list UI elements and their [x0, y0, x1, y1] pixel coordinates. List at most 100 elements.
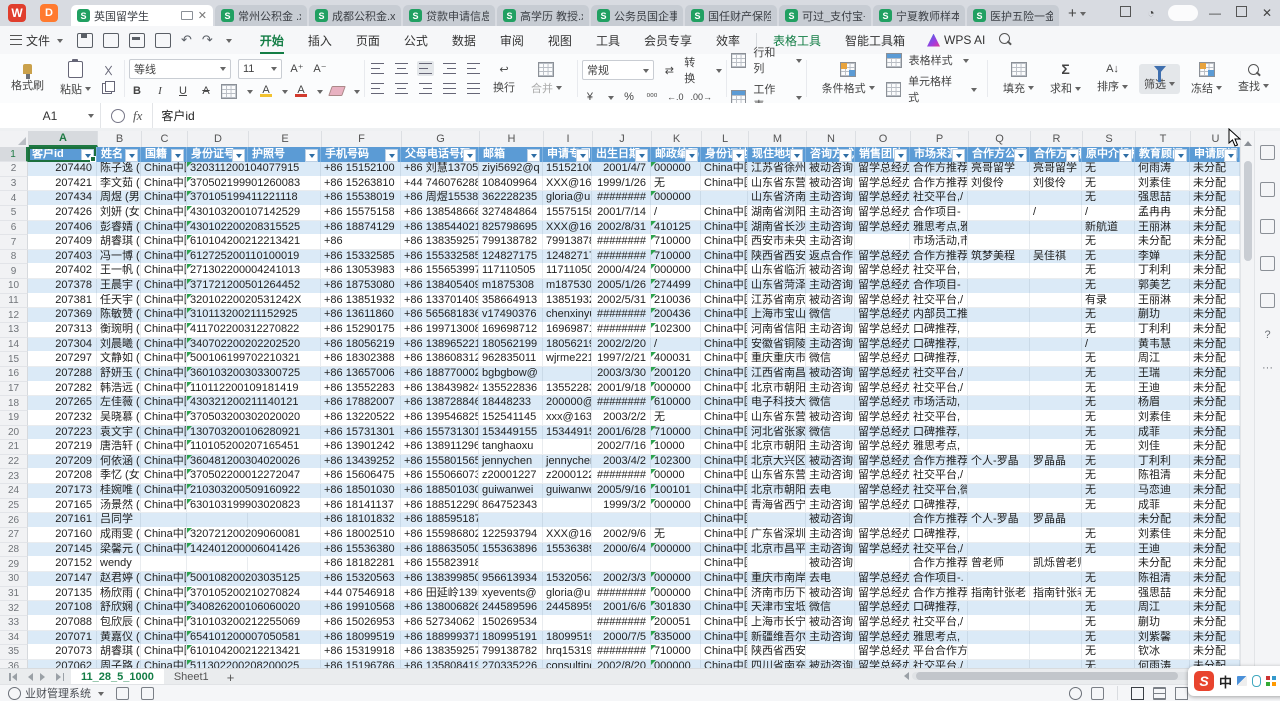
cell-B20[interactable]: 袁文宇 (女 — [97, 426, 141, 441]
cell-G21[interactable]: +86 13891129694 — [401, 440, 479, 455]
cell-B2[interactable]: 陈子逸 (男 — [97, 162, 141, 177]
cell-C4[interactable]: China中国 — [141, 191, 187, 206]
cell-T3[interactable]: 刘素佳 — [1135, 177, 1190, 192]
cell-A25[interactable]: 207165 — [28, 499, 97, 514]
cell-T32[interactable]: 周江 — [1135, 601, 1190, 616]
cell-G7[interactable]: +86 13835925706 — [401, 235, 479, 250]
help-icon[interactable]: ? — [1264, 330, 1270, 341]
cell-I9[interactable]: 117110505 — [543, 264, 592, 279]
cell-R35[interactable] — [1030, 645, 1082, 660]
cell-S16[interactable]: 无 — [1082, 367, 1135, 382]
cell-O17[interactable]: 留学总经办 — [855, 382, 910, 397]
row-header-24[interactable]: 24 — [0, 484, 28, 499]
cell-C3[interactable]: China中国 — [141, 177, 187, 192]
bold-icon[interactable]: B — [129, 85, 145, 97]
cell-I11[interactable]: 138519326 — [543, 294, 592, 309]
column-header-H[interactable]: H — [480, 131, 544, 147]
cell-K2[interactable]: 000000 — [651, 162, 701, 177]
cell-Q36[interactable] — [968, 660, 1030, 668]
cell-A26[interactable]: 207161 — [28, 513, 97, 528]
menu-item-2[interactable]: 页面 — [344, 26, 392, 54]
cell-C12[interactable]: China中国 — [141, 308, 187, 323]
horizontal-scrollbar-thumb[interactable] — [916, 672, 1178, 680]
cell-H15[interactable]: 962835011 — [479, 352, 543, 367]
cell-G9[interactable]: +86 15565399710 — [401, 264, 479, 279]
cell-H3[interactable]: 108409964 — [479, 177, 543, 192]
cell-L7[interactable]: China中国 — [701, 235, 748, 250]
cell-M30[interactable]: 重庆市南岸 — [748, 572, 806, 587]
cell-G11[interactable]: +86 13370140948 — [401, 294, 479, 309]
row-header-20[interactable]: 20 — [0, 426, 28, 441]
fill-button[interactable]: 填充 — [998, 60, 1039, 98]
row-header-27[interactable]: 27 — [0, 528, 28, 543]
cell-O6[interactable]: 留学总经办 — [855, 221, 910, 236]
file-tab-9[interactable]: S医护五险一金.xlsx — [967, 5, 1059, 26]
cell-L8[interactable]: China中国 — [701, 250, 748, 265]
cell-T6[interactable]: 王丽淋 — [1135, 221, 1190, 236]
cut-icon[interactable] — [102, 65, 114, 77]
cell-L31[interactable]: China中国 — [701, 587, 748, 602]
cell-T26[interactable]: 未分配 — [1135, 513, 1190, 528]
cell-U2[interactable]: 未分配 — [1190, 162, 1240, 177]
cell-T33[interactable]: 蒯玏 — [1135, 616, 1190, 631]
tab-close-icon[interactable]: ✕ — [198, 9, 207, 22]
cell-G26[interactable]: +86 18859518772 — [401, 513, 479, 528]
cell-P25[interactable]: 口碑推荐, — [910, 499, 968, 514]
file-tab-8[interactable]: S宁夏教师样本.xlsx — [873, 5, 965, 26]
cell-N22[interactable]: 被动咨询 — [806, 455, 855, 470]
cell-O15[interactable]: 留学总经办 — [855, 352, 910, 367]
cell-O21[interactable]: 留学总经办 — [855, 440, 910, 455]
cell-M7[interactable]: 西安市未央 — [748, 235, 806, 250]
cell-L25[interactable]: China中国 — [701, 499, 748, 514]
cell-O9[interactable]: 留学总经办 — [855, 264, 910, 279]
cell-Q35[interactable] — [968, 645, 1030, 660]
cell-C34[interactable]: China中国 — [141, 631, 187, 646]
cell-M20[interactable]: 河北省张家 — [748, 426, 806, 441]
cell-R7[interactable] — [1030, 235, 1082, 250]
row-header-3[interactable]: 3 — [0, 177, 28, 192]
cell-F7[interactable]: +86 — [321, 235, 401, 250]
cell-T15[interactable]: 周江 — [1135, 352, 1190, 367]
cell-P35[interactable]: 平台合作方 — [910, 645, 968, 660]
cell-Q29[interactable]: 曾老师 — [968, 557, 1030, 572]
wrap-text-button[interactable]: ↩ 换行 — [488, 61, 520, 97]
row-header-6[interactable]: 6 — [0, 221, 28, 236]
cell-I7[interactable]: 799138782 — [543, 235, 592, 250]
cell-P7[interactable]: 市场活动,市 — [910, 235, 968, 250]
row-header-18[interactable]: 18 — [0, 396, 28, 411]
cell-J30[interactable]: 2002/3/3 — [592, 572, 651, 587]
cell-C36[interactable]: China中国 — [141, 660, 187, 668]
cell-L24[interactable]: China中国 — [701, 484, 748, 499]
cell-H27[interactable]: 122593794 — [479, 528, 543, 543]
header-cell-H1[interactable]: 邮箱 — [479, 147, 543, 162]
cell-F18[interactable]: +86 17882007 — [321, 396, 401, 411]
cell-R19[interactable] — [1030, 411, 1082, 426]
cell-M5[interactable]: 湖南省浏阳 — [748, 206, 806, 221]
cell-C8[interactable]: China中国 — [141, 250, 187, 265]
cell-U16[interactable]: 未分配 — [1190, 367, 1240, 382]
cell-C22[interactable]: China中国 — [141, 455, 187, 470]
cell-L5[interactable]: China中国 — [701, 206, 748, 221]
cell-N34[interactable]: 主动咨询 — [806, 631, 855, 646]
cell-O10[interactable]: 留学总经办 — [855, 279, 910, 294]
cell-A5[interactable]: 207426 — [28, 206, 97, 221]
cell-M28[interactable]: 北京市昌平 — [748, 543, 806, 558]
cell-B26[interactable]: 吕同学 — [97, 513, 141, 528]
cell-U15[interactable]: 未分配 — [1190, 352, 1240, 367]
cell-S28[interactable]: 无 — [1082, 543, 1135, 558]
cell-T9[interactable]: 丁利利 — [1135, 264, 1190, 279]
account-pill[interactable] — [1168, 5, 1198, 21]
cell-O5[interactable]: 留学总经办 — [855, 206, 910, 221]
row-header-22[interactable]: 22 — [0, 455, 28, 470]
cell-N28[interactable]: 主动咨询 — [806, 543, 855, 558]
cell-S3[interactable]: 无 — [1082, 177, 1135, 192]
cell-K30[interactable]: 000000 — [651, 572, 701, 587]
cell-P21[interactable]: 雅思考点, — [910, 440, 968, 455]
cell-G30[interactable]: +86 13839985047 — [401, 572, 479, 587]
cell-N8[interactable]: 返点合作 — [806, 250, 855, 265]
cell-L13[interactable]: China中国 — [701, 323, 748, 338]
file-tab-0[interactable]: S英国留学生✕ — [71, 5, 213, 26]
cell-U26[interactable]: 未分配 — [1190, 513, 1240, 528]
filter-dropdown-icon[interactable] — [839, 149, 852, 162]
highlight-color-icon[interactable]: A — [260, 85, 272, 97]
